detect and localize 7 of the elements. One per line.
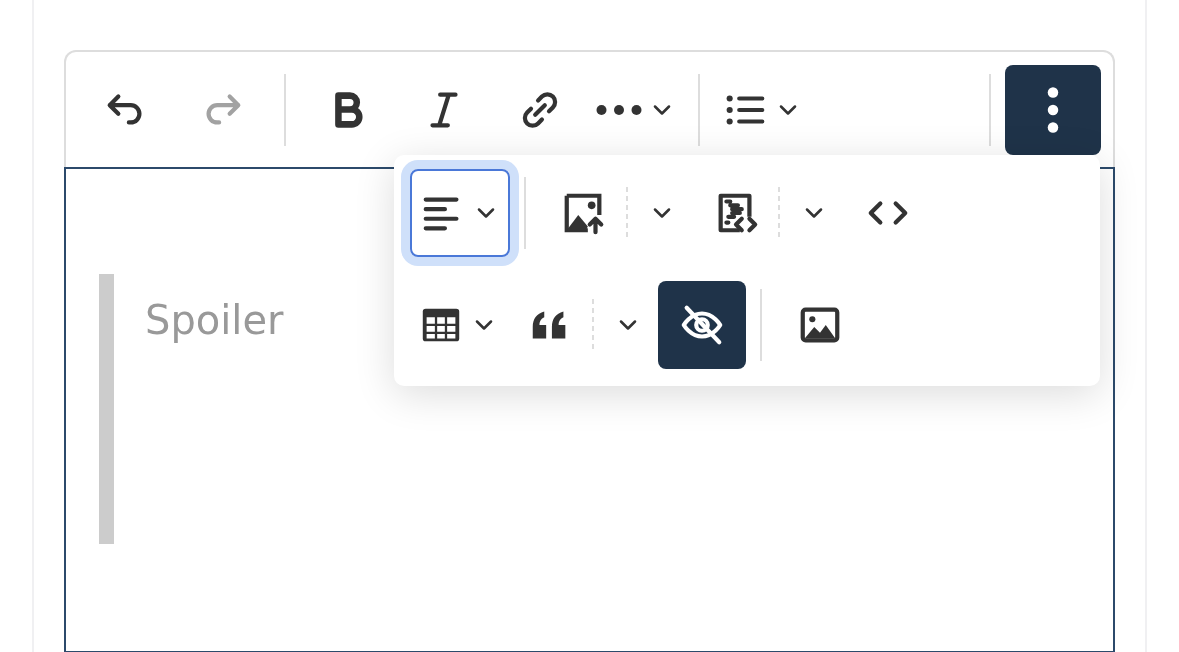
editor-content[interactable]: Spoiler [64,167,1115,652]
spoiler-button[interactable] [658,281,746,369]
dots-icon [596,102,642,117]
spoiler-placeholder: Spoiler [145,297,284,343]
kebab-menu-icon [1046,86,1060,133]
spoiler-block[interactable]: Spoiler [99,274,1113,544]
more-items-button[interactable] [1005,64,1101,155]
